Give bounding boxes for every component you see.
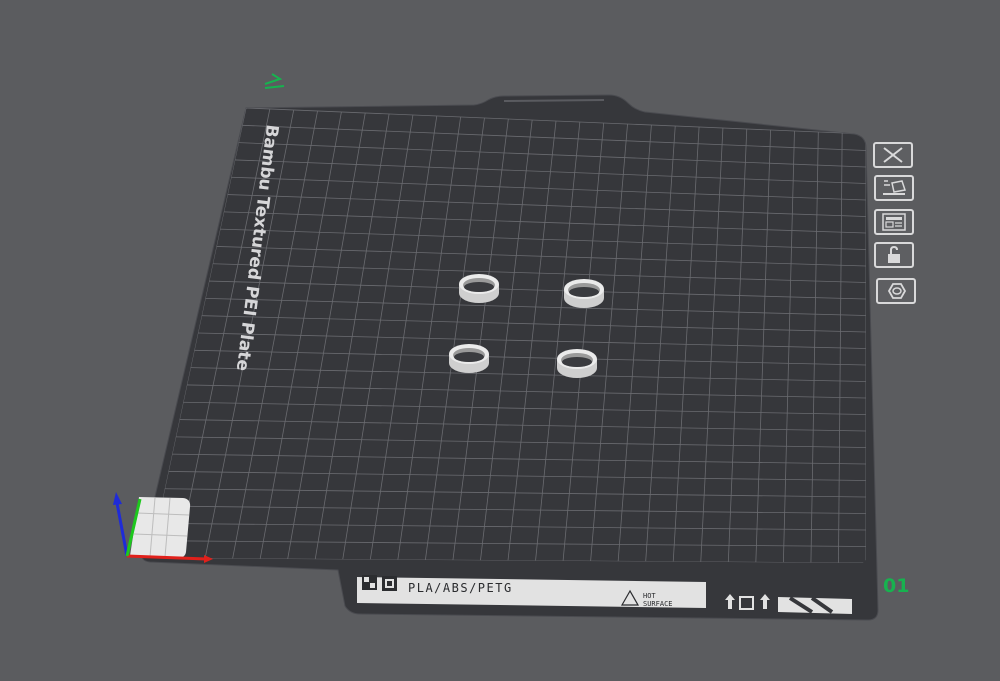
layout-icon xyxy=(882,213,906,231)
close-icon xyxy=(883,147,903,163)
axis-z xyxy=(115,502,129,557)
plate-type-button[interactable] xyxy=(876,278,916,304)
arrange-icon xyxy=(883,180,906,195)
plate-settings-button[interactable] xyxy=(874,209,914,235)
ring-object[interactable] xyxy=(564,279,604,308)
delete-plate-button[interactable] xyxy=(873,142,913,168)
lock-icon xyxy=(888,245,900,263)
arrange-button[interactable] xyxy=(874,175,914,201)
nut-icon xyxy=(887,283,907,299)
plate-number[interactable]: 01 xyxy=(883,575,909,597)
hot-warning-line2: SURFACE xyxy=(643,600,673,608)
material-compat-label: PLA/ABS/PETG xyxy=(408,581,513,595)
ring-object[interactable] xyxy=(449,344,489,373)
hot-warning-line1: HOT xyxy=(643,592,656,600)
ring-object[interactable] xyxy=(459,274,499,303)
ring-object[interactable] xyxy=(557,349,597,378)
plate-notch xyxy=(503,99,605,102)
plate-corner-marker-icon xyxy=(264,73,285,89)
lock-plate-button[interactable] xyxy=(874,242,914,268)
3d-viewport[interactable]: Bambu Textured PEI Plate PLA/ABS/PETG HO… xyxy=(0,0,1000,681)
